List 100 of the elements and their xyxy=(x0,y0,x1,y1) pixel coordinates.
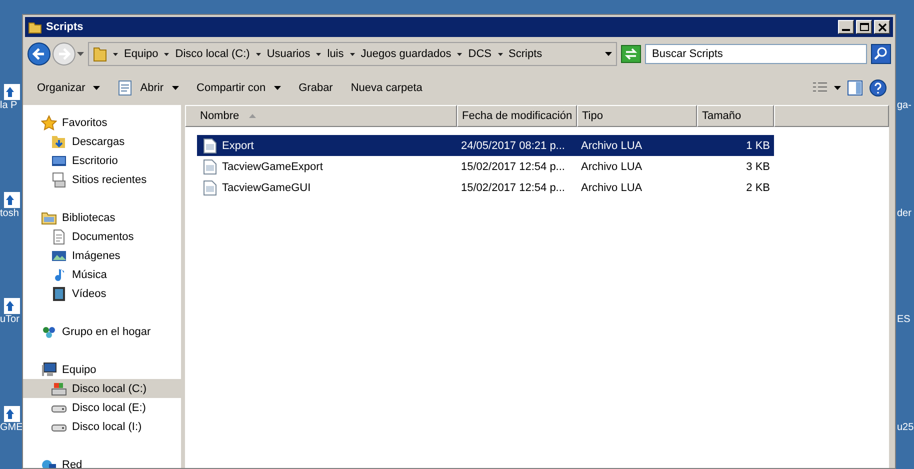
nav-item[interactable]: Escritorio xyxy=(23,151,181,170)
downloads-folder-icon xyxy=(51,134,67,150)
caret-icon[interactable] xyxy=(164,52,170,56)
address-bar[interactable]: Equipo Disco local (C:) Usuarios luis Juegos guardados DCS Scripts xyxy=(88,42,617,66)
toolbar-button[interactable]: Abrir xyxy=(112,78,185,98)
caret-icon[interactable] xyxy=(498,52,503,56)
close-icon xyxy=(876,22,888,32)
breadcrumb[interactable]: Equipo xyxy=(113,48,158,60)
size-cell-text: 3 KB xyxy=(745,160,771,172)
desktop-icon-label[interactable]: uTor xyxy=(0,314,20,325)
desktop-icon-label[interactable]: la P xyxy=(0,100,18,111)
type-cell-text: Archivo LUA xyxy=(580,182,644,194)
caret-icon[interactable] xyxy=(172,86,179,90)
caret-icon[interactable] xyxy=(834,86,841,90)
folder-icon xyxy=(93,46,107,62)
nav-item[interactable]: Música xyxy=(23,265,181,284)
desktop-icon-label[interactable]: u25 xyxy=(897,422,914,433)
nav-item[interactable]: Sitios recientes xyxy=(23,170,181,189)
nav-group-label: Favoritos xyxy=(62,116,108,128)
caret-icon[interactable] xyxy=(256,52,261,56)
nav-group-label: Grupo en el hogar xyxy=(62,326,151,338)
minimize-icon xyxy=(842,29,850,31)
nav-item[interactable]: Descargas xyxy=(23,132,181,151)
file-icon xyxy=(203,138,217,154)
nav-group[interactable]: Bibliotecas xyxy=(23,208,181,227)
shortcut-icon[interactable] xyxy=(4,298,20,314)
type-cell-text: Archivo LUA xyxy=(580,140,644,152)
desktop-icon-label[interactable]: ES xyxy=(897,314,910,325)
toolbar-button[interactable]: Nueva carpeta xyxy=(344,80,428,96)
breadcrumb[interactable]: luis xyxy=(316,48,344,60)
search-field[interactable]: Buscar Scripts xyxy=(645,44,867,64)
nav-item-label: Escritorio xyxy=(72,154,118,166)
nav-item[interactable]: Disco local (E:) xyxy=(23,398,181,417)
caret-icon[interactable] xyxy=(316,52,322,56)
nav-item[interactable]: Disco local (I:) xyxy=(23,417,181,436)
type-cell-text: Archivo LUA xyxy=(580,160,644,172)
column-header[interactable]: Tipo xyxy=(577,105,697,127)
desktop-icon-label[interactable]: GME xyxy=(0,422,22,433)
window-title: Scripts xyxy=(46,21,84,33)
column-header[interactable]: Fecha de modificación xyxy=(457,105,577,127)
breadcrumb[interactable]: Usuarios xyxy=(256,48,310,60)
nav-group-label: Equipo xyxy=(62,364,96,376)
shortcut-icon[interactable] xyxy=(4,406,20,422)
file-row[interactable]: TacviewGameGUI 15/02/2017 12:54 p... Archivo LUA 2 KB xyxy=(197,177,774,198)
breadcrumb[interactable]: Disco local (C:) xyxy=(164,48,250,60)
caret-icon[interactable] xyxy=(457,52,462,56)
breadcrumb[interactable]: DCS xyxy=(457,48,492,60)
back-icon[interactable] xyxy=(27,42,51,66)
date-cell-text: 15/02/2017 12:54 p... xyxy=(460,182,566,194)
size-cell-text: 1 KB xyxy=(745,140,771,152)
toolbar-button[interactable]: Grabar xyxy=(292,80,339,96)
nav-item-label: Música xyxy=(72,268,107,280)
drive-icon xyxy=(51,380,67,396)
file-name: Export xyxy=(222,140,254,152)
file-row[interactable]: TacviewGameExport 15/02/2017 12:54 p... Archivo LUA 3 KB xyxy=(197,156,774,177)
maximize-button[interactable] xyxy=(856,20,872,34)
breadcrumb[interactable]: Scripts xyxy=(498,48,542,60)
nav-item-label: Sitios recientes xyxy=(72,174,147,186)
nav-item-label: Vídeos xyxy=(72,288,106,300)
desktop-icon-label[interactable]: der xyxy=(897,208,912,219)
star-icon xyxy=(41,114,57,130)
column-header[interactable]: Nombre xyxy=(185,105,457,127)
shortcut-icon[interactable] xyxy=(4,84,20,100)
shortcut-icon[interactable] xyxy=(4,192,20,208)
nav-item-label: Disco local (E:) xyxy=(72,402,146,414)
close-button[interactable] xyxy=(874,20,890,34)
nav-group[interactable]: Red xyxy=(23,455,181,468)
nav-item-label: Disco local (C:) xyxy=(72,382,147,394)
nav-item-label: Disco local (I:) xyxy=(72,420,142,432)
nav-item[interactable]: Disco local (C:) xyxy=(23,379,181,398)
file-icon xyxy=(203,158,217,174)
refresh-icon[interactable] xyxy=(621,45,641,63)
column-header[interactable]: Tamaño xyxy=(697,105,774,127)
caret-icon[interactable] xyxy=(605,52,612,56)
desktop-icon-label[interactable]: ga- xyxy=(897,100,912,111)
library-folder-icon xyxy=(41,210,57,226)
desktop-icon-label[interactable]: tosh xyxy=(0,208,19,219)
preview-pane-icon[interactable] xyxy=(847,80,863,96)
toolbar-button[interactable]: Compartir con xyxy=(190,80,287,96)
toolbar-button[interactable]: Organizar xyxy=(31,80,106,96)
caret-icon[interactable] xyxy=(93,86,100,90)
nav-item[interactable]: Imágenes xyxy=(23,246,181,265)
folder-icon xyxy=(28,20,42,34)
search-icon[interactable] xyxy=(871,44,891,64)
nav-item-label: Descargas xyxy=(72,136,125,148)
nav-item-label: Imágenes xyxy=(72,250,120,262)
breadcrumb[interactable]: Juegos guardados xyxy=(350,48,452,60)
nav-item-label: Documentos xyxy=(72,230,134,242)
caret-icon[interactable] xyxy=(274,86,281,90)
caret-icon[interactable] xyxy=(350,52,355,56)
help-icon[interactable] xyxy=(869,79,887,97)
nav-item[interactable]: Vídeos xyxy=(23,284,181,303)
caret-icon[interactable] xyxy=(113,52,118,56)
file-row[interactable]: Export 24/05/2017 08:21 p... Archivo LUA 1 KB xyxy=(197,135,774,156)
nav-group[interactable]: Equipo xyxy=(23,360,181,379)
nav-item[interactable]: Documentos xyxy=(23,227,181,246)
nav-group[interactable]: Favoritos xyxy=(23,113,181,132)
document-icon xyxy=(51,228,67,244)
minimize-button[interactable] xyxy=(838,20,854,34)
nav-group[interactable]: Grupo en el hogar xyxy=(23,322,181,341)
